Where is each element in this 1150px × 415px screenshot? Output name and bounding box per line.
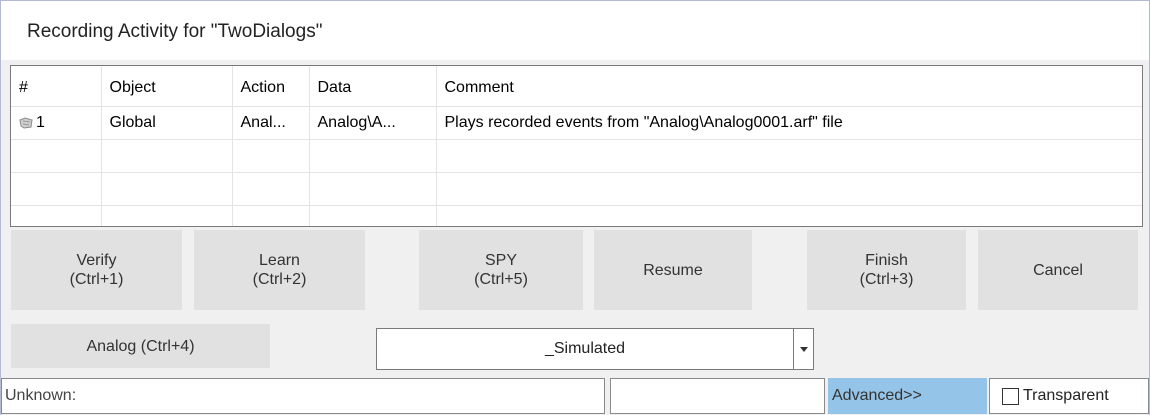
finish-button[interactable]: Finish (Ctrl+3) — [807, 230, 966, 310]
learn-shortcut: (Ctrl+2) — [252, 271, 307, 288]
learn-label: Learn — [259, 252, 300, 269]
column-header-object[interactable]: Object — [101, 66, 233, 107]
spy-shortcut: (Ctrl+5) — [474, 271, 528, 288]
empty-row[interactable] — [11, 172, 1142, 206]
spy-button[interactable]: SPY (Ctrl+5) — [419, 230, 583, 310]
recording-mode-select[interactable]: _Simulated — [376, 328, 814, 370]
activity-grid[interactable]: # Object Action Data Comment 1 Global An… — [10, 65, 1143, 227]
verify-label: Verify — [76, 252, 117, 269]
verify-button[interactable]: Verify (Ctrl+1) — [11, 230, 182, 310]
finish-label: Finish — [865, 252, 908, 269]
recording-mode-value: _Simulated — [544, 340, 626, 357]
grid-header-row: # Object Action Data Comment — [11, 66, 1142, 107]
row-number: 1 — [36, 114, 45, 131]
transparent-option[interactable]: Transparent — [989, 378, 1149, 414]
cancel-label: Cancel — [1033, 261, 1083, 279]
column-header-data[interactable]: Data — [309, 66, 437, 107]
transparent-label: Transparent — [1023, 387, 1109, 404]
column-header-action[interactable]: Action — [232, 66, 310, 107]
column-header-number[interactable]: # — [11, 66, 102, 107]
resume-label: Resume — [643, 261, 703, 279]
title-bar: Recording Activity for "TwoDialogs" — [1, 0, 1149, 60]
analog-label: Analog (Ctrl+4) — [86, 337, 195, 355]
table-row[interactable]: 1 Global Anal... Analog\A... Plays recor… — [11, 106, 1142, 140]
cell-comment[interactable]: Plays recorded events from "Analog\Analo… — [436, 106, 1142, 140]
chevron-down-icon[interactable] — [793, 329, 813, 369]
spy-label: SPY — [484, 252, 517, 269]
status-field-blank — [610, 378, 825, 414]
recording-icon — [19, 117, 33, 129]
status-field-unknown: Unknown: — [1, 378, 605, 414]
cell-number[interactable]: 1 — [11, 106, 102, 140]
analog-button[interactable]: Analog (Ctrl+4) — [11, 324, 270, 368]
advanced-button[interactable]: Advanced>> — [828, 378, 987, 414]
cell-object[interactable]: Global — [101, 106, 233, 140]
transparent-checkbox[interactable] — [1002, 387, 1019, 405]
learn-button[interactable]: Learn (Ctrl+2) — [194, 230, 365, 310]
window-title: Recording Activity for "TwoDialogs" — [27, 21, 323, 42]
resume-button[interactable]: Resume — [594, 230, 752, 310]
column-header-comment[interactable]: Comment — [436, 66, 1142, 107]
cancel-button[interactable]: Cancel — [978, 230, 1138, 310]
finish-shortcut: (Ctrl+3) — [859, 271, 914, 288]
verify-shortcut: (Ctrl+1) — [69, 271, 124, 288]
cell-action[interactable]: Anal... — [232, 106, 310, 140]
cell-data[interactable]: Analog\A... — [309, 106, 437, 140]
empty-row[interactable] — [11, 139, 1142, 173]
empty-row[interactable] — [11, 205, 1142, 226]
recording-activity-window: Recording Activity for "TwoDialogs" # Ob… — [0, 0, 1150, 415]
